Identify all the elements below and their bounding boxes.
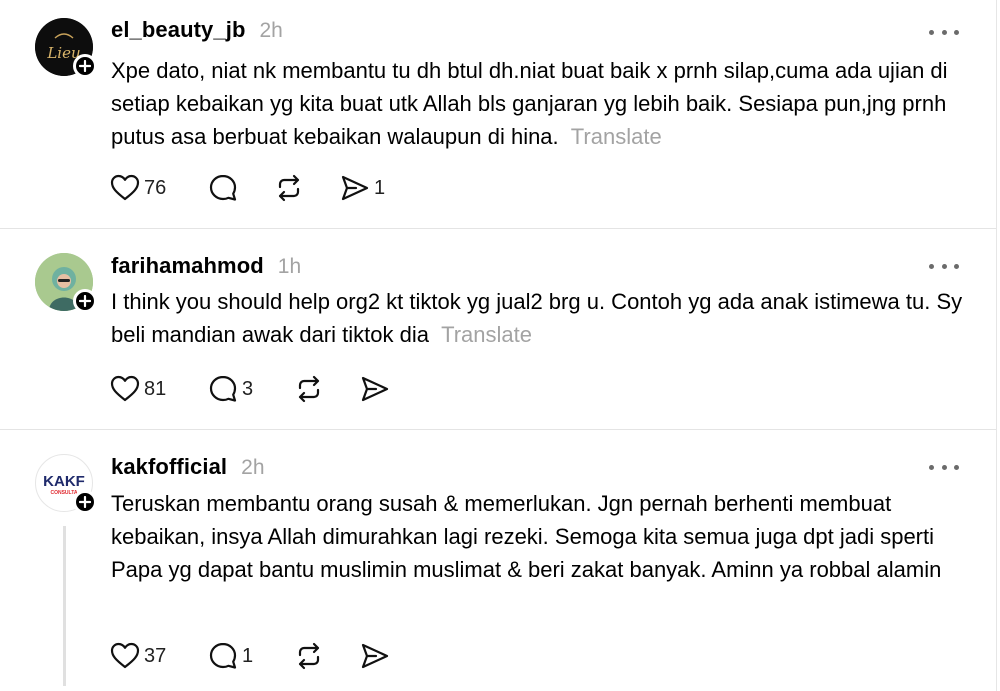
reply-button[interactable]: 3 xyxy=(208,373,253,405)
reply-post: farihamahmod 1h I think you should help … xyxy=(0,229,996,429)
repost-button[interactable] xyxy=(294,640,324,672)
repost-icon xyxy=(298,375,320,403)
post-header: farihamahmod 1h xyxy=(111,253,301,279)
follow-plus-icon[interactable] xyxy=(73,54,97,78)
username[interactable]: farihamahmod xyxy=(111,253,264,279)
send-icon xyxy=(361,376,389,402)
share-button[interactable] xyxy=(360,640,390,672)
like-count: 81 xyxy=(144,377,167,400)
more-options-icon[interactable] xyxy=(929,260,959,272)
thread-line xyxy=(63,526,66,686)
follow-plus-icon[interactable] xyxy=(73,289,97,313)
heart-icon xyxy=(110,174,140,201)
post-body: Xpe dato, niat nk membantu tu dh btul dh… xyxy=(111,58,948,149)
share-button[interactable] xyxy=(360,373,390,405)
username[interactable]: el_beauty_jb xyxy=(111,17,245,43)
like-button[interactable]: 37 xyxy=(110,640,166,672)
send-icon xyxy=(361,643,389,669)
more-options-icon[interactable] xyxy=(929,26,959,38)
logo-text: KAKF xyxy=(43,473,85,490)
like-count: 37 xyxy=(144,644,167,667)
share-count: 1 xyxy=(374,176,386,199)
username[interactable]: kakfofficial xyxy=(111,454,227,480)
avatar[interactable]: KAKF CONSULTA xyxy=(35,454,97,514)
comment-icon xyxy=(209,642,237,669)
post-header: el_beauty_jb 2h xyxy=(111,17,283,43)
translate-link[interactable]: Translate xyxy=(571,124,662,149)
send-icon xyxy=(341,175,369,201)
reply-button[interactable] xyxy=(208,172,242,204)
timestamp[interactable]: 2h xyxy=(259,19,282,43)
post-header: kakfofficial 2h xyxy=(111,454,265,480)
post-text: Teruskan membantu orang susah & memerluk… xyxy=(111,487,971,586)
heart-icon xyxy=(110,375,140,402)
action-bar: 76 1 xyxy=(110,172,510,204)
avatar[interactable] xyxy=(35,253,97,313)
replies-feed: Lieu el_beauty_jb 2h Xpe dato, niat nk m… xyxy=(0,0,997,691)
like-count: 76 xyxy=(144,176,167,199)
reply-button[interactable]: 1 xyxy=(208,640,253,672)
heart-icon xyxy=(110,642,140,669)
post-text: I think you should help org2 kt tiktok y… xyxy=(111,285,971,351)
action-bar: 37 1 xyxy=(110,640,510,672)
post-text: Xpe dato, niat nk membantu tu dh btul dh… xyxy=(111,54,971,153)
translate-link[interactable]: Translate xyxy=(441,322,532,347)
comment-icon xyxy=(209,375,237,402)
comment-icon xyxy=(209,174,237,201)
action-bar: 81 3 xyxy=(110,373,510,405)
repost-icon xyxy=(278,174,300,202)
repost-icon xyxy=(298,642,320,670)
timestamp[interactable]: 1h xyxy=(278,255,301,279)
reply-count: 1 xyxy=(242,644,254,667)
reply-count: 3 xyxy=(242,377,254,400)
reply-post: KAKF CONSULTA kakfofficial 2h Teruskan m… xyxy=(0,430,996,691)
follow-plus-icon[interactable] xyxy=(73,490,97,514)
repost-button[interactable] xyxy=(274,172,304,204)
more-options-icon[interactable] xyxy=(929,461,959,473)
like-button[interactable]: 81 xyxy=(110,373,166,405)
reply-post: Lieu el_beauty_jb 2h Xpe dato, niat nk m… xyxy=(0,0,996,228)
timestamp[interactable]: 2h xyxy=(241,456,264,480)
repost-button[interactable] xyxy=(294,373,324,405)
like-button[interactable]: 76 xyxy=(110,172,166,204)
share-button[interactable]: 1 xyxy=(340,172,385,204)
post-body: I think you should help org2 kt tiktok y… xyxy=(111,289,963,347)
avatar[interactable]: Lieu xyxy=(35,18,97,78)
post-body: Teruskan membantu orang susah & memerluk… xyxy=(111,491,942,582)
